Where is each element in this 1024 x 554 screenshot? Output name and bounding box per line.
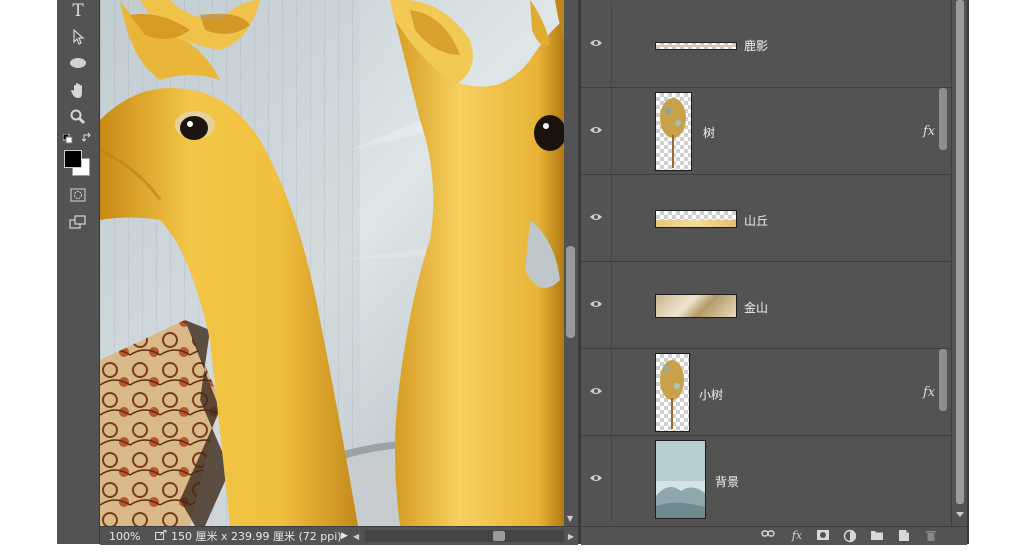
visibility-cell[interactable]: [581, 349, 612, 435]
share-icon[interactable]: [155, 529, 171, 543]
visibility-cell[interactable]: [581, 436, 612, 522]
window-edge: [967, 0, 969, 544]
add-mask-icon[interactable]: [816, 529, 830, 543]
status-bar: 100% 150 厘米 x 239.99 厘米 (72 ppi) ▶ ◀ ▶: [100, 526, 578, 545]
layer-thumbnail[interactable]: [655, 440, 706, 519]
ellipse-tool-icon[interactable]: [67, 53, 89, 73]
layer-row[interactable]: 山丘: [581, 175, 951, 262]
layer-thumbnail[interactable]: [655, 210, 737, 228]
canvas-artwork: [100, 0, 564, 526]
zoom-tool-icon[interactable]: [67, 107, 89, 127]
link-layers-icon[interactable]: [761, 529, 775, 543]
layer-name[interactable]: 树: [703, 124, 715, 141]
add-layer-style-icon[interactable]: fx: [788, 529, 806, 543]
canvas-horizontal-scrollbar[interactable]: [365, 530, 564, 542]
layers-scroll-down-icon[interactable]: [956, 512, 964, 517]
layer-thumbnail[interactable]: [655, 353, 690, 432]
layer-row[interactable]: 树 fx: [581, 88, 951, 175]
layers-panel: 鹿影 树 fx 山丘 金山 小树 fx 背景: [581, 0, 951, 526]
path-selection-tool-icon[interactable]: [67, 27, 89, 47]
visibility-cell[interactable]: [581, 1, 612, 87]
visibility-cell[interactable]: [581, 88, 612, 174]
quick-mask-icon[interactable]: [67, 185, 89, 205]
layers-scroll-thumb[interactable]: [956, 0, 964, 504]
visibility-cell[interactable]: [581, 175, 612, 261]
default-colors-icon[interactable]: [62, 133, 73, 144]
eye-icon[interactable]: [589, 299, 603, 309]
eye-icon[interactable]: [589, 386, 603, 396]
adjustment-layer-icon[interactable]: [843, 529, 857, 543]
layer-thumbnail[interactable]: [655, 42, 737, 50]
layers-panel-footer: fx: [581, 526, 967, 545]
document-info: 150 厘米 x 239.99 厘米 (72 ppi): [171, 530, 342, 543]
row-scroll-indicator: [939, 349, 947, 411]
eye-icon[interactable]: [589, 473, 603, 483]
zoom-level[interactable]: 100%: [100, 530, 155, 543]
layer-row[interactable]: 背景: [581, 436, 951, 522]
scroll-left-arrow-icon[interactable]: ◀: [353, 532, 365, 541]
foreground-color-swatch[interactable]: [64, 150, 82, 168]
layer-effects-icon[interactable]: fx: [923, 385, 935, 400]
row-scroll-indicator: [939, 88, 947, 150]
screen-mode-icon[interactable]: [67, 212, 89, 232]
layer-name[interactable]: 背景: [715, 473, 739, 490]
visibility-cell[interactable]: [581, 262, 612, 348]
layer-name[interactable]: 鹿影: [744, 37, 768, 54]
layer-row[interactable]: 金山: [581, 262, 951, 349]
scroll-down-arrow-icon[interactable]: ▼: [567, 514, 573, 523]
layer-row[interactable]: 小树 fx: [581, 349, 951, 436]
document-canvas[interactable]: [100, 0, 564, 526]
eye-icon[interactable]: [589, 38, 603, 48]
canvas-horizontal-scroll-thumb[interactable]: [493, 531, 505, 541]
layer-name[interactable]: 山丘: [744, 212, 768, 229]
layer-name[interactable]: 金山: [744, 299, 768, 316]
canvas-vertical-scrollbar[interactable]: ▼: [564, 0, 578, 526]
eye-icon[interactable]: [589, 212, 603, 222]
scroll-right-arrow-icon[interactable]: ▶: [568, 532, 574, 541]
layers-scrollbar[interactable]: [951, 0, 968, 526]
layer-effects-icon[interactable]: fx: [923, 124, 935, 139]
delete-layer-icon[interactable]: [924, 529, 938, 543]
tools-panel: T: [57, 0, 100, 544]
layer-row[interactable]: 鹿影: [581, 1, 951, 88]
layer-thumbnail[interactable]: [655, 294, 737, 318]
canvas-vertical-scroll-thumb[interactable]: [566, 246, 575, 338]
status-menu-arrow-icon[interactable]: ▶: [341, 531, 353, 541]
hand-tool-icon[interactable]: [67, 81, 89, 101]
type-tool-icon[interactable]: T: [67, 1, 89, 21]
layer-name[interactable]: 小树: [699, 386, 723, 403]
new-group-folder-icon[interactable]: [870, 529, 884, 543]
swap-colors-icon[interactable]: [81, 132, 92, 142]
layer-thumbnail[interactable]: [655, 92, 692, 171]
new-layer-icon[interactable]: [897, 529, 911, 543]
eye-icon[interactable]: [589, 125, 603, 135]
